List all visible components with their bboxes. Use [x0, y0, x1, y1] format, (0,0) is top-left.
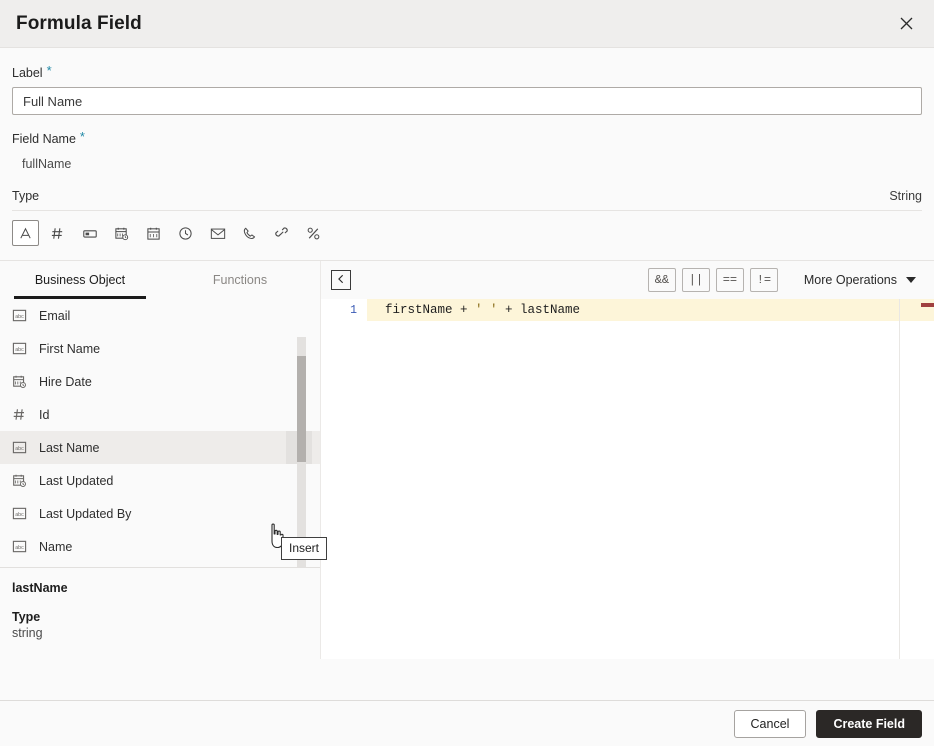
hash-number-icon [12, 407, 34, 422]
list-item-label: Last Name [39, 441, 286, 455]
svg-text:abc: abc [15, 512, 24, 518]
required-asterisk: * [47, 66, 52, 76]
collapse-panel-button[interactable] [331, 270, 351, 290]
dialog-header: Formula Field [0, 0, 934, 48]
and-operator-button[interactable]: && [648, 268, 676, 292]
not-equals-operator-button[interactable]: != [750, 268, 778, 292]
detail-field-name: lastName [12, 581, 308, 595]
label-input[interactable] [12, 87, 922, 115]
list-scrollbar-thumb[interactable] [297, 356, 306, 462]
type-value: String [889, 189, 922, 203]
operator-button-group: && || == != [648, 268, 778, 292]
abc-string-icon: abc [12, 341, 34, 356]
tab-functions-label: Functions [213, 273, 267, 287]
label-field-header: Label * [12, 66, 922, 80]
list-item[interactable]: abc Name [0, 530, 320, 563]
field-name-value: fullName [12, 153, 922, 171]
field-name-header: Field Name * [12, 132, 922, 146]
more-operations-dropdown[interactable]: More Operations [804, 273, 924, 287]
field-name-label: Field Name [12, 132, 76, 146]
caret-down-icon [906, 277, 916, 283]
code-content[interactable]: firstName + ' ' + lastName [367, 303, 580, 317]
list-item-label: Email [39, 309, 312, 323]
dialog-footer: Cancel Create Field [0, 700, 934, 746]
abc-string-icon: abc [12, 539, 34, 554]
percent-type-icon[interactable] [300, 220, 327, 246]
svg-text:abc: abc [15, 347, 24, 353]
email-type-icon[interactable] [204, 220, 231, 246]
number-type-icon[interactable] [44, 220, 71, 246]
list-item-label: First Name [39, 342, 312, 356]
calendar-clock-icon [12, 374, 34, 389]
list-item[interactable]: abc First Name [0, 332, 320, 365]
tab-business-object-label: Business Object [35, 273, 125, 287]
dialog-body: Label * Field Name * fullName Type Strin… [0, 48, 934, 700]
list-item-label: Id [39, 408, 312, 422]
right-pane: && || == != More Operations [320, 261, 934, 659]
or-operator-button[interactable]: || [682, 268, 710, 292]
label-field-label: Label [12, 66, 43, 80]
equals-operator-button[interactable]: == [716, 268, 744, 292]
link-type-icon[interactable] [268, 220, 295, 246]
close-button[interactable] [892, 10, 920, 38]
create-field-button[interactable]: Create Field [816, 710, 922, 738]
list-item[interactable]: Last Updated [0, 464, 320, 497]
svg-text:abc: abc [15, 446, 24, 452]
line-number: 1 [321, 304, 367, 317]
text-type-icon[interactable] [12, 220, 39, 246]
detail-type-label: Type [12, 610, 308, 624]
code-token-expr-b: + lastName [498, 303, 581, 317]
svg-text:abc: abc [15, 314, 24, 320]
datetime-type-icon[interactable] [108, 220, 135, 246]
chevron-left-icon [336, 271, 346, 289]
tab-business-object[interactable]: Business Object [0, 261, 160, 299]
abc-string-icon: abc [12, 308, 34, 323]
detail-type-value: string [12, 626, 308, 640]
type-row: Type String [12, 189, 922, 211]
list-item-label: Last Updated [39, 474, 312, 488]
cancel-button[interactable]: Cancel [734, 710, 807, 738]
list-item-label: Last Updated By [39, 507, 312, 521]
page-title: Formula Field [16, 13, 142, 35]
list-item-label: Hire Date [39, 375, 312, 389]
left-pane: Business Object Functions abc Email [0, 261, 320, 659]
close-icon [899, 16, 914, 31]
list-item-label: Name [39, 540, 312, 554]
date-type-icon[interactable] [140, 220, 167, 246]
left-pane-tabs: Business Object Functions [0, 261, 320, 299]
abc-string-icon: abc [12, 506, 34, 521]
list-item-last-name[interactable]: abc Last Name [0, 431, 320, 464]
code-line-1: 1 firstName + ' ' + lastName [321, 299, 934, 321]
formula-field-dialog: Formula Field Label * Field Name * fullN… [0, 0, 934, 746]
business-object-list: abc Email abc First Name [0, 299, 320, 567]
list-item[interactable]: Id [0, 398, 320, 431]
editor-ruler [899, 299, 900, 659]
svg-text:abc: abc [15, 545, 24, 551]
more-operations-label: More Operations [804, 273, 897, 287]
boolean-type-icon[interactable] [76, 220, 103, 246]
insert-tooltip: Insert [281, 537, 327, 560]
calendar-clock-icon [12, 473, 34, 488]
formula-builder-panes: Business Object Functions abc Email [0, 260, 934, 659]
list-item[interactable]: Hire Date [0, 365, 320, 398]
type-label: Type [12, 189, 39, 203]
list-item[interactable]: abc Last Updated By [0, 497, 320, 530]
formula-code-editor[interactable]: 1 firstName + ' ' + lastName [321, 299, 934, 659]
editor-toolbar: && || == != More Operations [321, 261, 934, 299]
time-type-icon[interactable] [172, 220, 199, 246]
gutter-background [321, 299, 367, 659]
phone-type-icon[interactable] [236, 220, 263, 246]
code-token-string: ' ' [475, 303, 498, 317]
list-item[interactable]: abc Email [0, 299, 320, 332]
type-icon-strip [12, 211, 922, 246]
code-token-expr-a: firstName + [385, 303, 475, 317]
form-block: Label * Field Name * fullName Type Strin… [0, 48, 934, 246]
abc-string-icon: abc [12, 440, 34, 455]
selected-field-detail: lastName Type string [0, 567, 320, 659]
tab-functions[interactable]: Functions [160, 261, 320, 299]
required-asterisk: * [80, 132, 85, 142]
